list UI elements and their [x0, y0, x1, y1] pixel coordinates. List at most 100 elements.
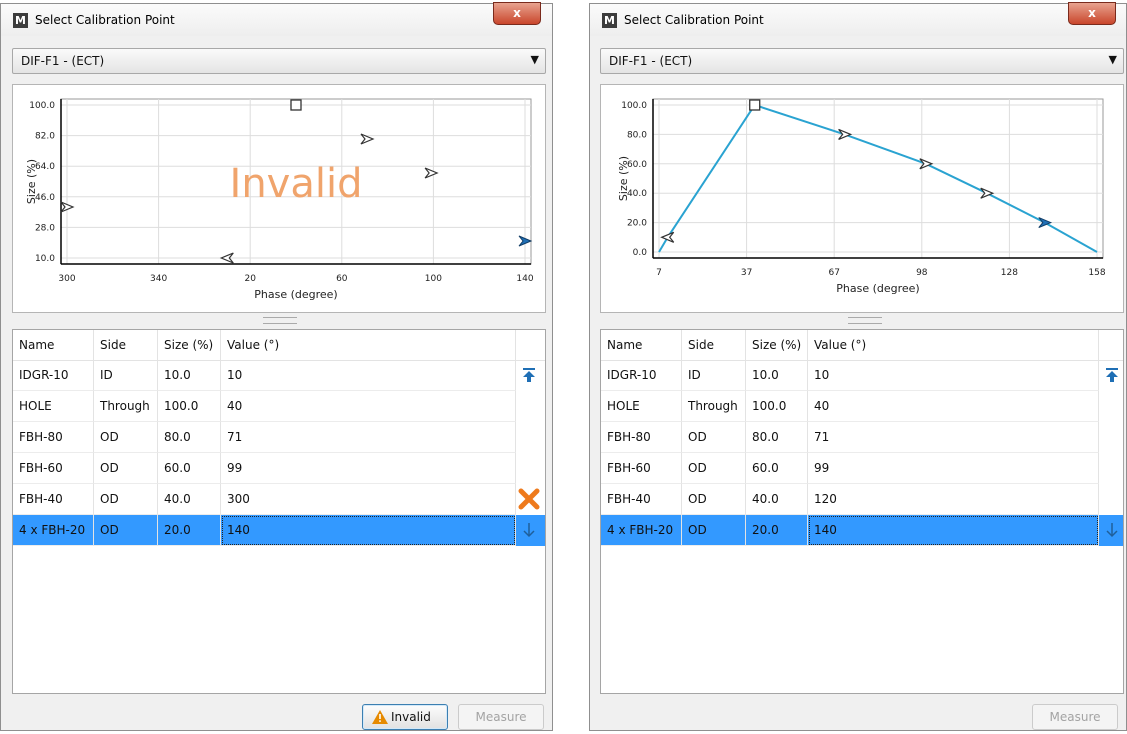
cell-side: ID	[94, 360, 158, 391]
cell-value[interactable]: 40	[808, 391, 1099, 422]
title-bar: M Select Calibration Point x	[590, 2, 1126, 36]
cell-value[interactable]: 120	[808, 484, 1099, 515]
probe-dropdown[interactable]: DIF-F1 - (ECT) ▼	[600, 48, 1124, 74]
y-tick-label: 40.0	[627, 189, 647, 199]
invalid-button[interactable]: Invalid	[362, 704, 448, 730]
cell-name: FBH-40	[601, 484, 682, 515]
cell-side: OD	[682, 453, 746, 484]
window-title: Select Calibration Point	[35, 13, 175, 27]
x-tick-label: 140	[516, 274, 533, 284]
x-tick-label: 67	[828, 268, 839, 278]
cell-value[interactable]: 71	[808, 422, 1099, 453]
close-button[interactable]: x	[493, 2, 541, 25]
calibration-table: Name Side Size (%) Value (°) IDGR-10 ID 10.0 10…	[600, 329, 1124, 694]
app-logo-icon: M	[602, 13, 617, 28]
column-header[interactable]: Value (°)	[221, 330, 516, 360]
row-action-cell	[1099, 391, 1123, 422]
close-button[interactable]: x	[1068, 2, 1116, 25]
cell-name: HOLE	[13, 391, 94, 422]
column-header[interactable]: Name	[13, 330, 94, 360]
app-logo-icon: M	[13, 13, 28, 28]
y-axis-label: Size (%)	[617, 156, 630, 201]
cell-side: OD	[682, 484, 746, 515]
cell-value[interactable]: 140	[221, 515, 516, 546]
square-marker	[290, 99, 302, 111]
table-row[interactable]: 4 x FBH-20 OD 20.0 140	[13, 515, 545, 546]
cell-value[interactable]: 99	[808, 453, 1099, 484]
row-action-cell	[516, 484, 545, 515]
cell-value[interactable]: 10	[808, 360, 1099, 391]
cell-name: FBH-40	[13, 484, 94, 515]
x-tick-label: 300	[58, 274, 75, 284]
cell-name: FBH-60	[601, 453, 682, 484]
table-header: Name Side Size (%) Value (°)	[13, 330, 545, 361]
column-header[interactable]: Value (°)	[808, 330, 1099, 360]
column-header[interactable]: Size (%)	[746, 330, 808, 360]
cell-side: OD	[682, 422, 746, 453]
measure-button[interactable]: Measure	[458, 704, 544, 730]
data-point-hole	[749, 99, 761, 111]
cell-value[interactable]: 140	[808, 515, 1099, 546]
row-action-cell	[516, 360, 545, 391]
window-title: Select Calibration Point	[624, 13, 764, 27]
chart-svg: 300 340 20 60 100 140 100.0 82.0 64.0 46.0 28.0 10.…	[25, 98, 534, 301]
move-to-top-icon[interactable]	[1105, 367, 1119, 386]
cell-value[interactable]: 99	[221, 453, 516, 484]
cell-side: OD	[94, 515, 158, 546]
cell-value[interactable]: 10	[221, 360, 516, 391]
y-tick-label: 46.0	[35, 193, 55, 203]
cell-side: OD	[94, 422, 158, 453]
square-marker	[749, 99, 761, 111]
cell-name: 4 x FBH-20	[601, 515, 682, 546]
table-row[interactable]: HOLE Through 100.0 40	[601, 391, 1123, 422]
calibration-dialog-invalid: M Select Calibration Point x DIF-F1 - (E…	[0, 2, 553, 731]
cell-value[interactable]: 71	[221, 422, 516, 453]
row-action-cell	[1099, 422, 1123, 453]
cell-name: FBH-80	[13, 422, 94, 453]
invalid-overlay-text: Invalid	[230, 161, 363, 207]
cell-size: 100.0	[158, 391, 221, 422]
move-down-icon[interactable]	[522, 522, 536, 541]
probe-dropdown[interactable]: DIF-F1 - (ECT) ▼	[12, 48, 546, 74]
move-to-top-icon[interactable]	[522, 367, 536, 386]
table-row[interactable]: 4 x FBH-20 OD 20.0 140	[601, 515, 1123, 546]
cell-value[interactable]: 300	[221, 484, 516, 515]
y-tick-label: 0.0	[633, 248, 648, 258]
calibration-dialog-valid: M Select Calibration Point x DIF-F1 - (E…	[589, 2, 1127, 731]
column-header[interactable]: Side	[94, 330, 158, 360]
cell-value[interactable]: 40	[221, 391, 516, 422]
y-tick-label: 64.0	[35, 162, 55, 172]
table-row[interactable]: FBH-80 OD 80.0 71	[601, 422, 1123, 453]
column-header[interactable]: Size (%)	[158, 330, 221, 360]
cell-size: 100.0	[746, 391, 808, 422]
x-tick-label: 100	[425, 274, 442, 284]
chevron-down-icon: ▼	[530, 53, 539, 66]
y-tick-label: 100.0	[621, 101, 647, 111]
cell-name: FBH-60	[13, 453, 94, 484]
row-action-cell	[516, 453, 545, 484]
column-header[interactable]: Side	[682, 330, 746, 360]
x-tick-label: 128	[1001, 268, 1018, 278]
cell-side: ID	[682, 360, 746, 391]
table-row[interactable]: IDGR-10 ID 10.0 10	[601, 360, 1123, 391]
cell-size: 60.0	[158, 453, 221, 484]
cell-name: IDGR-10	[601, 360, 682, 391]
row-action-cell	[516, 515, 545, 546]
table-row[interactable]: FBH-40 OD 40.0 120	[601, 484, 1123, 515]
y-tick-label: 28.0	[35, 223, 55, 233]
table-row[interactable]: HOLE Through 100.0 40	[13, 391, 545, 422]
row-action-cell	[1099, 453, 1123, 484]
cell-side: OD	[94, 484, 158, 515]
column-header[interactable]: Name	[601, 330, 682, 360]
cell-size: 40.0	[746, 484, 808, 515]
table-row[interactable]: FBH-60 OD 60.0 99	[13, 453, 545, 484]
measure-button[interactable]: Measure	[1032, 704, 1118, 730]
move-down-icon[interactable]	[1105, 522, 1119, 541]
table-row[interactable]: IDGR-10 ID 10.0 10	[13, 360, 545, 391]
splitter-handle[interactable]	[263, 317, 297, 324]
table-row[interactable]: FBH-60 OD 60.0 99	[601, 453, 1123, 484]
table-row[interactable]: FBH-80 OD 80.0 71	[13, 422, 545, 453]
splitter-handle[interactable]	[848, 317, 882, 324]
error-x-icon[interactable]	[518, 488, 540, 513]
table-row[interactable]: FBH-40 OD 40.0 300	[13, 484, 545, 515]
